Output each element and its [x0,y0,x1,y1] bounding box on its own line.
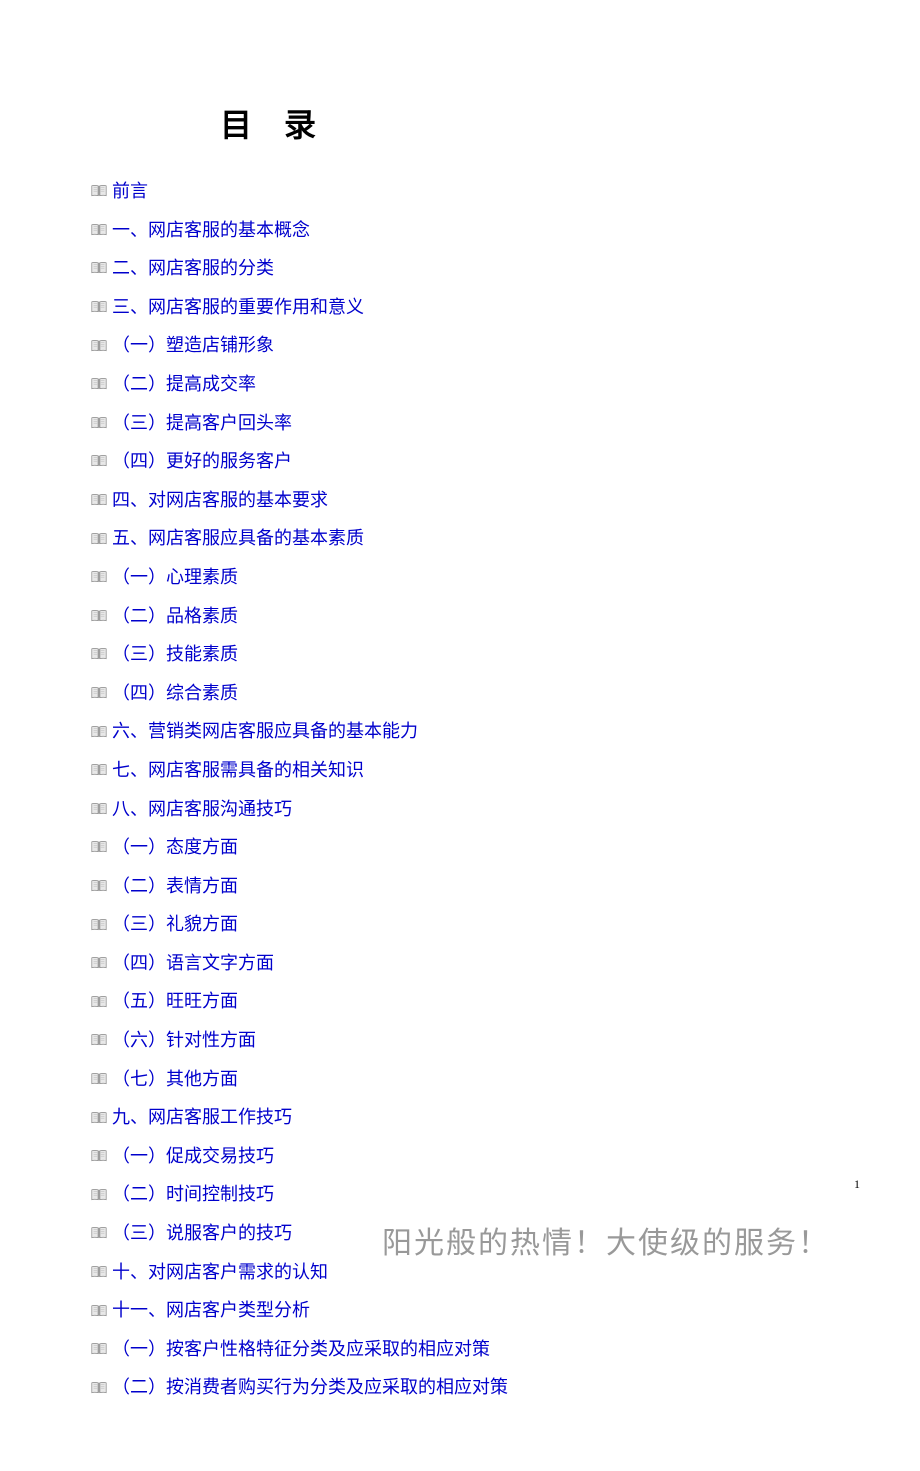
toc-link[interactable]: （二）时间控制技巧 [112,1179,274,1210]
toc-item: （一）按客户性格特征分类及应采取的相应对策 [90,1334,830,1365]
book-icon [90,339,108,353]
toc-link[interactable]: 二、网店客服的分类 [112,253,274,284]
book-icon [90,686,108,700]
book-icon [90,725,108,739]
book-icon [90,1342,108,1356]
page-number: 1 [854,1177,860,1192]
book-icon [90,840,108,854]
toc-link[interactable]: 五、网店客服应具备的基本素质 [112,523,364,554]
toc-item: （一）态度方面 [90,832,830,863]
book-icon [90,532,108,546]
toc-link[interactable]: 四、对网店客服的基本要求 [112,485,328,516]
toc-item: 三、网店客服的重要作用和意义 [90,292,830,323]
book-icon [90,416,108,430]
toc-link[interactable]: （一）态度方面 [112,832,238,863]
toc-item: （五）旺旺方面 [90,986,830,1017]
toc-link[interactable]: 十一、网店客户类型分析 [112,1295,310,1326]
book-icon [90,956,108,970]
toc-item: 七、网店客服需具备的相关知识 [90,755,830,786]
book-icon [90,1072,108,1086]
toc-item: 一、网店客服的基本概念 [90,215,830,246]
toc-item: （四）综合素质 [90,678,830,709]
toc-link[interactable]: 九、网店客服工作技巧 [112,1102,292,1133]
footer-slogan: 阳光般的热情！大使级的服务！ [382,1227,830,1260]
toc-link[interactable]: （二）提高成交率 [112,369,256,400]
book-icon [90,300,108,314]
book-icon [90,647,108,661]
book-icon [90,377,108,391]
toc-item: （二）表情方面 [90,871,830,902]
book-icon [90,1265,108,1279]
toc-link[interactable]: 三、网店客服的重要作用和意义 [112,292,364,323]
book-icon [90,802,108,816]
book-icon [90,1188,108,1202]
book-icon [90,454,108,468]
book-icon [90,609,108,623]
toc-item: （二）按消费者购买行为分类及应采取的相应对策 [90,1372,830,1403]
toc-item: （三）提高客户回头率 [90,408,830,439]
toc-item: （四）语言文字方面 [90,948,830,979]
book-icon [90,261,108,275]
toc-item: （六）针对性方面 [90,1025,830,1056]
toc-item: 八、网店客服沟通技巧 [90,794,830,825]
toc-link[interactable]: （三）提高客户回头率 [112,408,292,439]
toc-link[interactable]: 六、营销类网店客服应具备的基本能力 [112,716,418,747]
book-icon [90,1111,108,1125]
toc-item: （二）时间控制技巧 [90,1179,830,1210]
toc-link[interactable]: （三）技能素质 [112,639,238,670]
toc-link[interactable]: （四）语言文字方面 [112,948,274,979]
book-icon [90,184,108,198]
toc-link[interactable]: 七、网店客服需具备的相关知识 [112,755,364,786]
toc-item: 六、营销类网店客服应具备的基本能力 [90,716,830,747]
toc-item: 五、网店客服应具备的基本素质 [90,523,830,554]
book-icon [90,1033,108,1047]
toc-item: 十一、网店客户类型分析 [90,1295,830,1326]
toc-item: 二、网店客服的分类 [90,253,830,284]
toc-item: 前言 [90,176,830,207]
book-icon [90,879,108,893]
toc-item: （三）礼貌方面 [90,909,830,940]
book-icon [90,1304,108,1318]
toc-item: 四、对网店客服的基本要求 [90,485,830,516]
toc-item: （一）塑造店铺形象 [90,330,830,361]
toc-link[interactable]: （二）按消费者购买行为分类及应采取的相应对策 [112,1372,508,1403]
toc-item: （四）更好的服务客户 [90,446,830,477]
toc-item: （一）促成交易技巧 [90,1141,830,1172]
toc-link[interactable]: （三）礼貌方面 [112,909,238,940]
page-title: 目 录 [220,100,830,146]
toc-link[interactable]: （四）综合素质 [112,678,238,709]
toc-link[interactable]: 八、网店客服沟通技巧 [112,794,292,825]
book-icon [90,493,108,507]
toc-link[interactable]: （二）品格素质 [112,601,238,632]
book-icon [90,1381,108,1395]
book-icon [90,995,108,1009]
toc-item: （三）技能素质 [90,639,830,670]
book-icon [90,763,108,777]
footer: 阳光般的热情！大使级的服务！ [90,1218,830,1262]
book-icon [90,570,108,584]
toc-item: （二）提高成交率 [90,369,830,400]
toc-item: （二）品格素质 [90,601,830,632]
book-icon [90,223,108,237]
toc-link[interactable]: （二）表情方面 [112,871,238,902]
toc-link[interactable]: （一）心理素质 [112,562,238,593]
toc-link[interactable]: 一、网店客服的基本概念 [112,215,310,246]
toc-link[interactable]: （一）塑造店铺形象 [112,330,274,361]
toc-link[interactable]: （一）促成交易技巧 [112,1141,274,1172]
toc-link[interactable]: （五）旺旺方面 [112,986,238,1017]
toc-item: （一）心理素质 [90,562,830,593]
toc-link[interactable]: （四）更好的服务客户 [112,446,292,477]
toc-link[interactable]: （六）针对性方面 [112,1025,256,1056]
toc-item: （七）其他方面 [90,1064,830,1095]
book-icon [90,918,108,932]
toc-link[interactable]: 前言 [112,176,148,207]
toc-link[interactable]: （七）其他方面 [112,1064,238,1095]
toc-link[interactable]: （一）按客户性格特征分类及应采取的相应对策 [112,1334,490,1365]
book-icon [90,1149,108,1163]
toc-item: 九、网店客服工作技巧 [90,1102,830,1133]
